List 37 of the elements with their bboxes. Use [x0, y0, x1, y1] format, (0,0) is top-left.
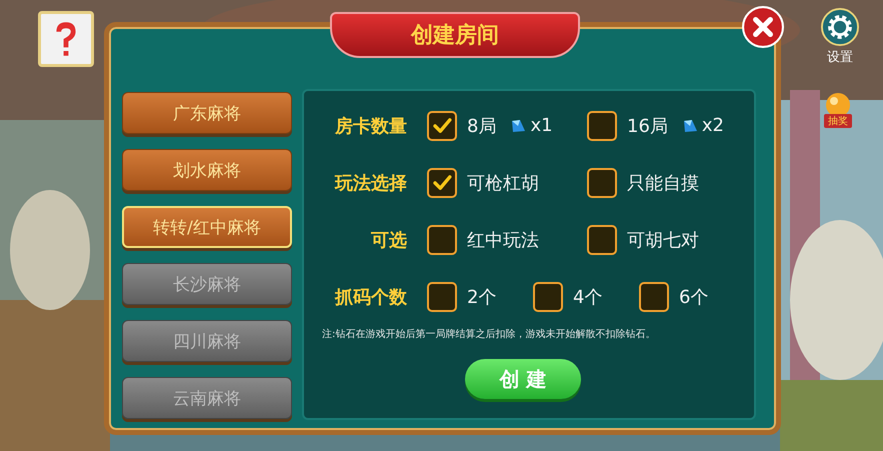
checkbox-label: 16局: [627, 114, 668, 138]
checkbox-label: 只能自摸: [627, 172, 699, 194]
checkbox-label: 8局: [467, 114, 496, 138]
note-text: 注:钻石在游戏开始后第一局牌结算之后扣除，游戏未开始解散不扣除钻石。: [322, 328, 656, 341]
checkbox[interactable]: [427, 282, 457, 312]
checkbox-label: 红中玩法: [467, 228, 539, 252]
option-label: 房卡数量: [334, 114, 407, 138]
game-mode-button[interactable]: 转转/红中麻将: [122, 206, 292, 248]
game-mode-button[interactable]: 广东麻将: [122, 92, 292, 134]
checkbox[interactable]: [427, 110, 457, 140]
game-mode-button[interactable]: 划水麻将: [122, 149, 292, 191]
cost-text: x2: [702, 115, 724, 136]
dialog-title: 创建房间: [411, 22, 499, 50]
settings-button[interactable]: 设置: [818, 8, 862, 66]
create-button[interactable]: 创 建: [465, 359, 581, 399]
gear-icon: [821, 8, 859, 46]
option-label: 玩法选择: [334, 172, 407, 194]
checkbox-label: 6个: [679, 286, 708, 308]
checkbox-label: 2个: [467, 286, 496, 308]
diamond-icon: [682, 118, 698, 134]
lottery-button[interactable]: 抽奖: [815, 92, 861, 128]
checkbox-label: 可枪杠胡: [467, 172, 539, 194]
close-button[interactable]: [742, 6, 784, 48]
checkbox[interactable]: [587, 168, 617, 198]
checkbox-label: 可胡七对: [627, 228, 699, 252]
option-label: 可选: [370, 228, 407, 252]
checkbox[interactable]: [533, 282, 563, 312]
checkbox[interactable]: [639, 282, 669, 312]
avatar-icon[interactable]: [38, 11, 94, 67]
checkbox[interactable]: [587, 224, 617, 254]
checkbox[interactable]: [427, 224, 457, 254]
option-label: 抓码个数: [334, 286, 407, 308]
checkbox[interactable]: [427, 168, 457, 198]
checkbox-label: 4个: [573, 286, 602, 308]
cost-text: x1: [530, 115, 553, 136]
diamond-icon: [510, 118, 526, 134]
checkbox[interactable]: [587, 110, 617, 140]
